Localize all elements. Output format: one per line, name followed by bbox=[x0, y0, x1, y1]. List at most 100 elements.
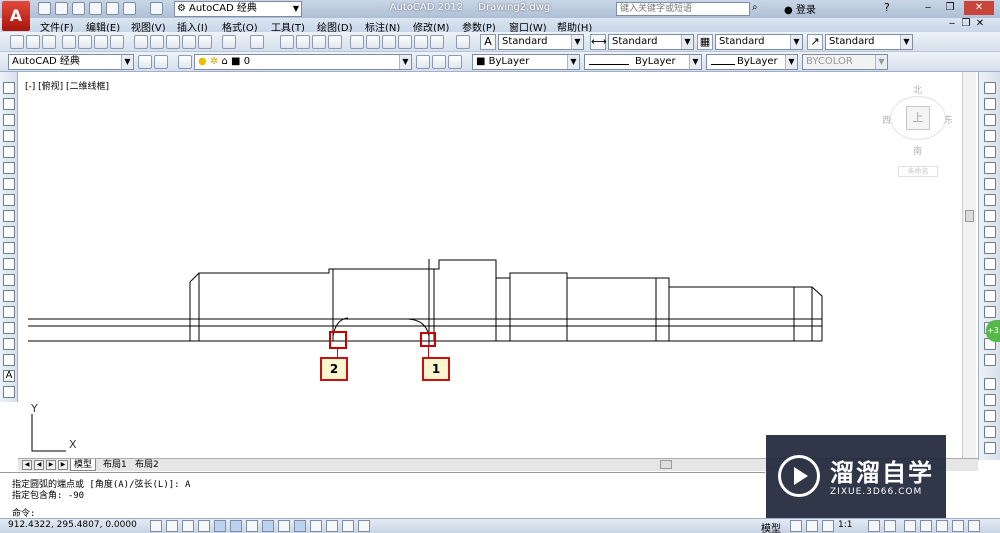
cursor-coordinates[interactable]: 912.4322, 295.4807, 0.0000 bbox=[8, 520, 137, 530]
vertical-scroll-thumb[interactable] bbox=[965, 210, 974, 222]
table-style-icon[interactable]: ▦ bbox=[697, 34, 713, 50]
region-icon[interactable] bbox=[3, 338, 15, 350]
extend-icon[interactable] bbox=[984, 242, 996, 254]
save-icon[interactable] bbox=[42, 35, 56, 49]
linetype-select[interactable]: ByLayer ▼ bbox=[584, 54, 702, 70]
transparency-icon[interactable] bbox=[326, 520, 338, 532]
compass-south[interactable]: 南 bbox=[913, 144, 922, 157]
pan-icon[interactable] bbox=[280, 35, 294, 49]
open-file-icon[interactable] bbox=[55, 2, 68, 15]
publish-icon[interactable] bbox=[94, 35, 108, 49]
customize-icon[interactable] bbox=[154, 55, 168, 69]
application-menu-button[interactable]: A bbox=[2, 1, 30, 31]
break-icon[interactable] bbox=[984, 274, 996, 286]
circle-icon[interactable] bbox=[3, 178, 15, 190]
3d-dwf-icon[interactable] bbox=[110, 35, 124, 49]
polar-tracking-icon[interactable] bbox=[214, 520, 226, 532]
bring-to-front-icon[interactable] bbox=[984, 394, 996, 406]
annotation-scale[interactable]: 1:1 bbox=[838, 520, 852, 530]
viewcube-top-face[interactable]: 上 bbox=[906, 106, 930, 130]
drawing-canvas[interactable] bbox=[18, 72, 960, 458]
undo-icon[interactable] bbox=[222, 35, 236, 49]
cut-icon[interactable] bbox=[134, 35, 148, 49]
bring-above-icon[interactable] bbox=[984, 426, 996, 438]
login-button[interactable]: ● 登录 bbox=[784, 1, 816, 16]
compass-north[interactable]: 北 bbox=[913, 83, 922, 96]
clean-screen-icon[interactable] bbox=[968, 520, 980, 532]
dim-style-icon[interactable]: ⟷ bbox=[590, 34, 607, 50]
move-icon[interactable] bbox=[984, 162, 996, 174]
close-icon[interactable]: ✕ bbox=[964, 1, 994, 15]
doc-close-icon[interactable]: ✕ bbox=[973, 18, 987, 29]
wcs-menu[interactable]: 未命名 bbox=[898, 166, 938, 177]
offset-icon[interactable] bbox=[984, 130, 996, 142]
snap-mode-icon[interactable] bbox=[166, 520, 178, 532]
arc-icon[interactable] bbox=[3, 162, 15, 174]
table-style-select[interactable]: Standard ▼ bbox=[715, 34, 803, 50]
first-tab-icon[interactable]: ◀ bbox=[22, 460, 32, 470]
previous-tab-icon[interactable]: ◀ bbox=[34, 460, 44, 470]
ellipse-arc-icon[interactable] bbox=[3, 242, 15, 254]
properties-icon[interactable] bbox=[350, 35, 364, 49]
infer-constraints-icon[interactable] bbox=[150, 520, 162, 532]
make-block-icon[interactable] bbox=[3, 274, 15, 286]
workspace-switcher[interactable]: ⚙ AutoCAD 经典 ▼ bbox=[174, 1, 302, 17]
zoom-window-icon[interactable] bbox=[312, 35, 326, 49]
next-tab-icon[interactable]: ▶ bbox=[46, 460, 56, 470]
revision-cloud-icon[interactable] bbox=[3, 194, 15, 206]
quick-view-layouts-icon[interactable] bbox=[790, 520, 802, 532]
save-icon[interactable] bbox=[72, 2, 85, 15]
tool-palettes-icon[interactable] bbox=[382, 35, 396, 49]
text-style-icon[interactable]: A bbox=[480, 34, 496, 50]
table-icon[interactable] bbox=[3, 354, 15, 366]
explode-icon[interactable] bbox=[984, 354, 996, 366]
doc-minimize-icon[interactable]: ‒ bbox=[945, 18, 959, 29]
lineweight-select[interactable]: ByLayer ▼ bbox=[706, 54, 798, 70]
design-center-icon[interactable] bbox=[366, 35, 380, 49]
viewport-controls-label[interactable]: [-] [俯视] [二维线框] bbox=[25, 79, 109, 92]
text-style-select[interactable]: Standard ▼ bbox=[498, 34, 584, 50]
scale-icon[interactable] bbox=[984, 194, 996, 206]
construction-line-icon[interactable] bbox=[3, 98, 15, 110]
rectangle-icon[interactable] bbox=[3, 146, 15, 158]
polygon-icon[interactable] bbox=[3, 130, 15, 142]
qnew-icon[interactable] bbox=[10, 35, 24, 49]
multiline-text-icon[interactable]: A bbox=[3, 370, 15, 382]
polyline-icon[interactable] bbox=[3, 114, 15, 126]
layer-properties-icon[interactable] bbox=[178, 55, 192, 69]
undo-icon[interactable] bbox=[123, 2, 136, 15]
vertical-scrollbar[interactable] bbox=[962, 72, 976, 458]
rotate-icon[interactable] bbox=[984, 178, 996, 190]
layer-states-icon[interactable] bbox=[448, 55, 462, 69]
hardware-acceleration-icon[interactable] bbox=[936, 520, 948, 532]
minimize-icon[interactable]: ‒ bbox=[920, 1, 936, 15]
array-icon[interactable] bbox=[984, 146, 996, 158]
dynamic-input-icon[interactable] bbox=[294, 520, 306, 532]
compass-west[interactable]: 西 bbox=[882, 113, 891, 126]
line-icon[interactable] bbox=[3, 82, 15, 94]
hatch-icon[interactable] bbox=[3, 306, 15, 318]
block-editor-icon[interactable] bbox=[198, 35, 212, 49]
break-at-point-icon[interactable] bbox=[984, 258, 996, 270]
layer-previous-icon[interactable] bbox=[432, 55, 446, 69]
spline-icon[interactable] bbox=[3, 210, 15, 222]
plot-icon[interactable] bbox=[106, 2, 119, 15]
tab-layout1[interactable]: 布局1 bbox=[100, 459, 130, 471]
annotation-scale-icon[interactable] bbox=[822, 520, 834, 532]
compass-east[interactable]: 东 bbox=[944, 113, 953, 126]
plot-preview-icon[interactable] bbox=[78, 35, 92, 49]
doc-restore-icon[interactable]: ❐ bbox=[959, 18, 973, 29]
help-icon[interactable]: ? bbox=[884, 1, 890, 14]
model-space-toggle[interactable]: 模型 bbox=[761, 520, 781, 533]
workspace-switching-icon[interactable] bbox=[904, 520, 916, 532]
binoculars-icon[interactable]: ⌕ bbox=[752, 2, 758, 13]
last-tab-icon[interactable]: ▶ bbox=[58, 460, 68, 470]
send-under-icon[interactable] bbox=[984, 442, 996, 454]
lock-ui-icon[interactable] bbox=[920, 520, 932, 532]
open-icon[interactable] bbox=[26, 35, 40, 49]
restore-icon[interactable]: ❐ bbox=[942, 1, 958, 15]
copy-object-icon[interactable] bbox=[984, 98, 996, 110]
draw-order-icon[interactable] bbox=[984, 378, 996, 390]
workspace-settings-icon[interactable] bbox=[138, 55, 152, 69]
help-icon[interactable] bbox=[456, 35, 470, 49]
